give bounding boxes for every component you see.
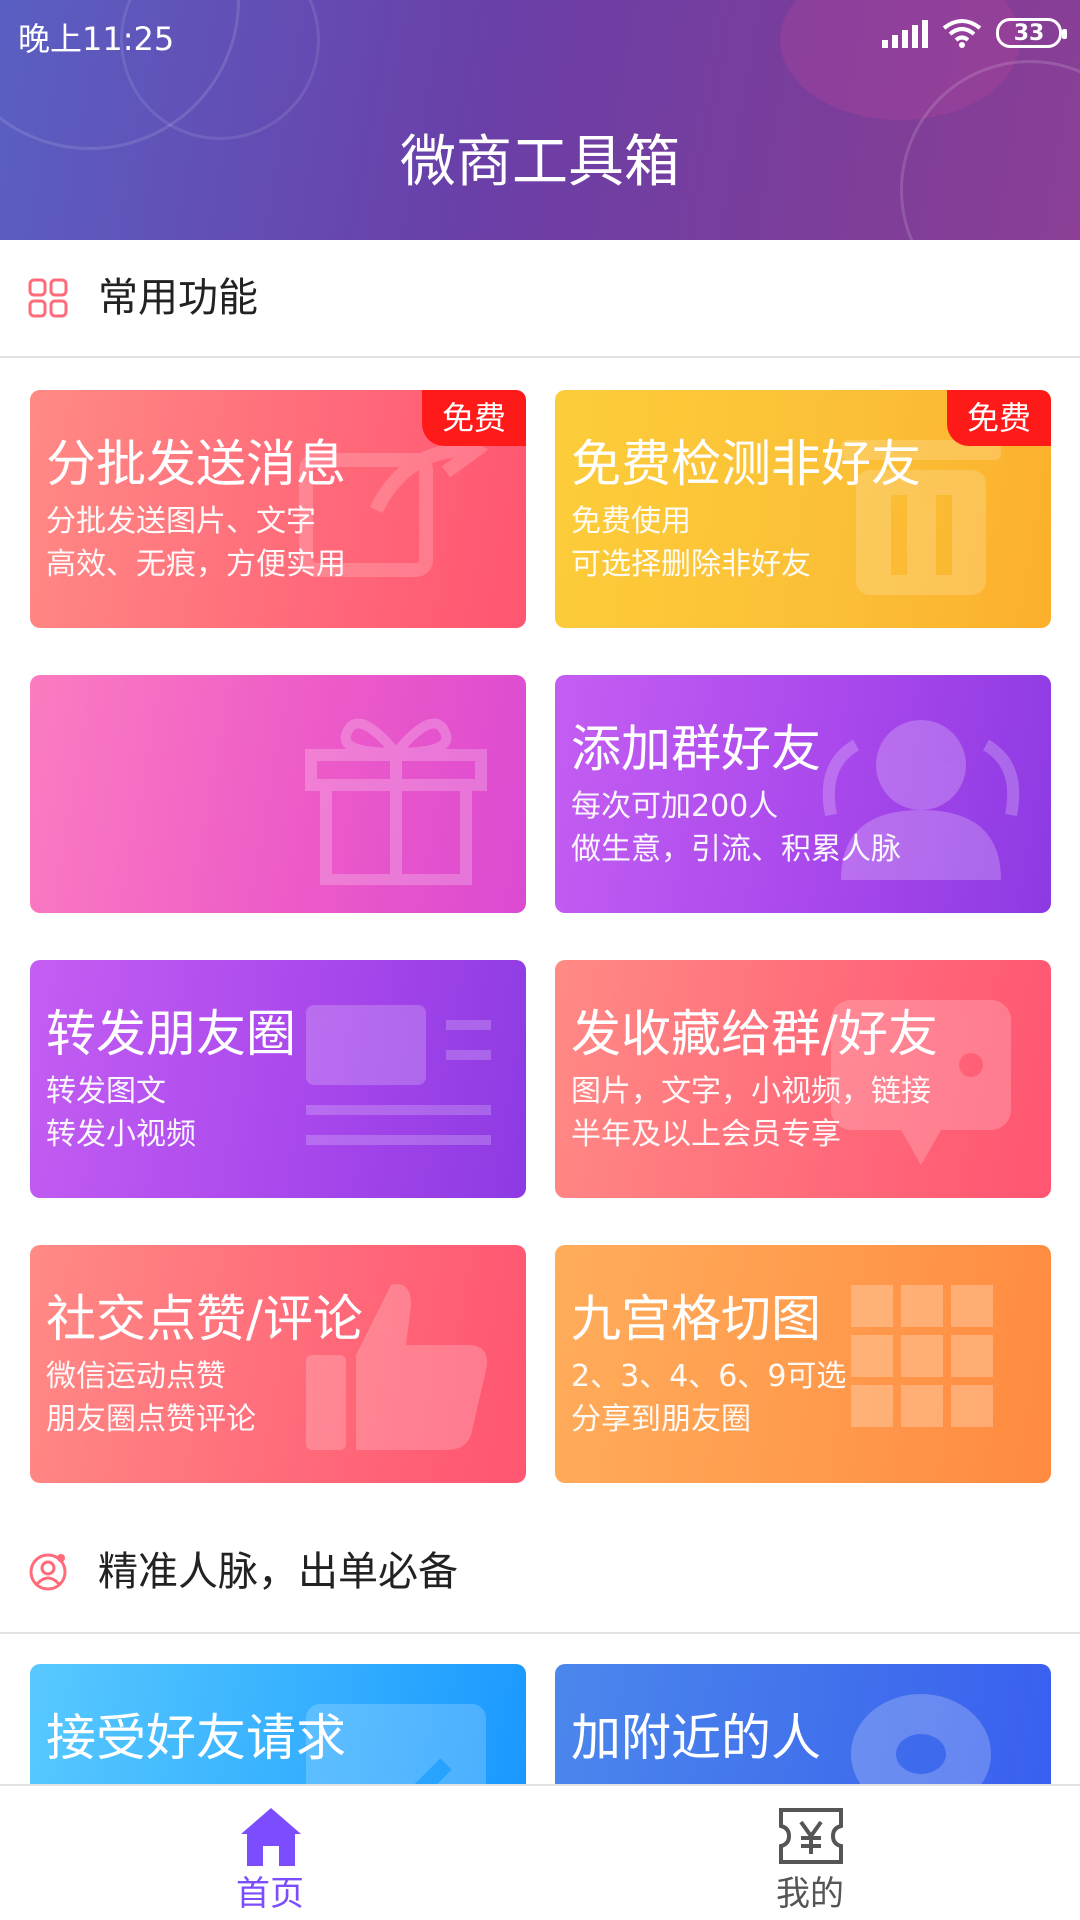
wifi-icon xyxy=(942,19,982,48)
battery-icon: 33 xyxy=(996,18,1067,48)
bottom-nav: 首页 我的 xyxy=(0,1784,1080,1920)
free-badge: 免费 xyxy=(946,390,1051,446)
card-subtitle: 2、3、4、6、9可选 xyxy=(571,1359,847,1394)
grid-icon xyxy=(28,278,68,318)
ticket-yen-icon xyxy=(779,1808,843,1864)
card-add-group-friends[interactable]: 添加群好友 每次可加200人 做生意，引流、积累人脉 xyxy=(555,675,1051,913)
card-subtitle: 免费使用 xyxy=(571,504,691,539)
user-circle-icon xyxy=(29,1553,67,1591)
home-icon xyxy=(241,1808,301,1866)
card-title: 接受好友请求 xyxy=(46,1709,346,1767)
app-header: 晚上11:25 33 微商工具箱 xyxy=(0,0,1080,240)
card-accept-requests[interactable]: 接受好友请求 xyxy=(30,1664,526,1784)
signal-icon xyxy=(882,18,928,48)
card-subtitle: 分享到朋友圈 xyxy=(571,1402,751,1437)
free-badge: 免费 xyxy=(421,390,526,446)
card-send-favorites[interactable]: 发收藏给群/好友 图片，文字，小视频，链接 半年及以上会员专享 xyxy=(555,960,1051,1198)
card-title: 免费检测非好友 xyxy=(571,435,921,493)
card-forward-moments[interactable]: 转发朋友圈 转发图文 转发小视频 xyxy=(30,960,526,1198)
card-subtitle: 可选择删除非好友 xyxy=(571,547,811,582)
card-subtitle: 朋友圈点赞评论 xyxy=(46,1402,256,1437)
card-subtitle: 图片，文字，小视频，链接 xyxy=(571,1074,931,1109)
status-time: 晚上11:25 xyxy=(18,20,175,58)
card-title: 社交点赞/评论 xyxy=(46,1290,363,1348)
card-gift[interactable] xyxy=(30,675,526,913)
card-subtitle: 微信运动点赞 xyxy=(46,1359,226,1394)
location-pin-icon xyxy=(851,1694,991,1784)
nav-label: 我的 xyxy=(776,1874,844,1914)
section-header-network: 精准人脉，出单必备 xyxy=(0,1514,1080,1634)
card-subtitle: 高效、无痕，方便实用 xyxy=(46,547,346,582)
card-subtitle: 转发小视频 xyxy=(46,1117,196,1152)
nav-mine[interactable]: 我的 xyxy=(540,1786,1080,1920)
battery-level: 33 xyxy=(1013,20,1045,46)
card-subtitle: 分批发送图片、文字 xyxy=(46,504,316,539)
card-add-nearby[interactable]: 加附近的人 xyxy=(555,1664,1051,1784)
nav-label: 首页 xyxy=(236,1874,304,1914)
section-header-common: 常用功能 xyxy=(0,240,1080,358)
page-title: 微商工具箱 xyxy=(400,130,680,195)
status-bar: 晚上11:25 33 xyxy=(0,0,1080,76)
nav-home[interactable]: 首页 xyxy=(0,1786,540,1920)
card-subtitle: 每次可加200人 xyxy=(571,789,779,824)
card-title: 发收藏给群/好友 xyxy=(571,1005,938,1063)
card-title: 九宫格切图 xyxy=(571,1290,821,1348)
article-icon xyxy=(306,1005,491,1145)
card-detect-non-friends[interactable]: 免费 免费检测非好友 免费使用 可选择删除非好友 xyxy=(555,390,1051,628)
card-title: 添加群好友 xyxy=(571,720,821,778)
section-title: 精准人脉，出单必备 xyxy=(98,1549,458,1595)
card-title: 分批发送消息 xyxy=(46,435,346,493)
status-icons: 33 xyxy=(882,18,1067,48)
card-title: 转发朋友圈 xyxy=(46,1005,296,1063)
card-social-likes[interactable]: 社交点赞/评论 微信运动点赞 朋友圈点赞评论 xyxy=(30,1245,526,1483)
card-subtitle: 半年及以上会员专享 xyxy=(571,1117,841,1152)
section-title: 常用功能 xyxy=(98,275,258,321)
card-nine-grid[interactable]: 九宫格切图 2、3、4、6、9可选 分享到朋友圈 xyxy=(555,1245,1051,1483)
nine-grid-icon xyxy=(851,1285,993,1427)
card-batch-send[interactable]: 免费 分批发送消息 分批发送图片、文字 高效、无痕，方便实用 xyxy=(30,390,526,628)
gift-icon xyxy=(305,718,487,885)
card-title: 加附近的人 xyxy=(571,1709,821,1767)
card-subtitle: 做生意，引流、积累人脉 xyxy=(571,832,901,867)
card-subtitle: 转发图文 xyxy=(46,1074,166,1109)
